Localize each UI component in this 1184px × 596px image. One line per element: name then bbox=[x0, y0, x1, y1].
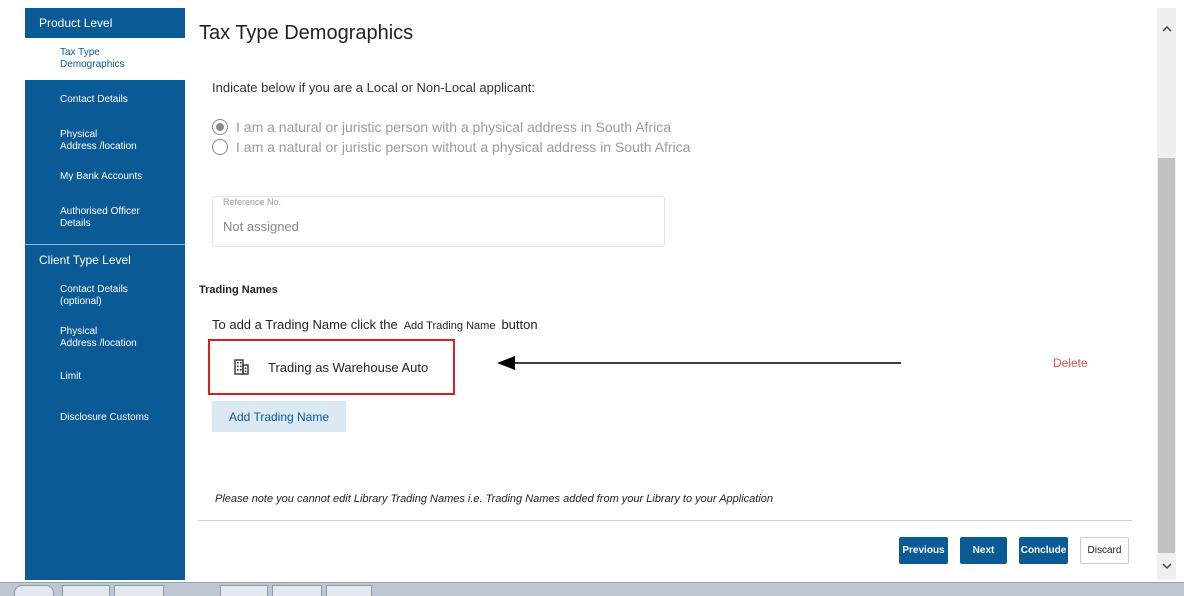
sidebar-item-label: Disclosure Customs bbox=[60, 412, 149, 423]
sidebar-item-label: Physical bbox=[60, 129, 98, 140]
radio-with-physical-address[interactable]: I am a natural or juristic person with a… bbox=[212, 119, 671, 135]
sidebar-item-client-contact-details[interactable]: Contact Details (optional) bbox=[25, 275, 185, 317]
instruction-button-name: Add Trading Name bbox=[403, 320, 496, 332]
taskbar-item[interactable] bbox=[326, 585, 372, 596]
reference-number-label: Reference No. bbox=[223, 197, 282, 207]
left-gutter bbox=[0, 0, 25, 582]
radio-without-physical-address[interactable]: I am a natural or juristic person withou… bbox=[212, 139, 690, 155]
trading-names-instruction: To add a Trading Name click the Add Trad… bbox=[212, 317, 538, 332]
next-button[interactable]: Next bbox=[960, 537, 1007, 564]
radio-button-unchecked[interactable] bbox=[212, 139, 228, 155]
sidebar-item-tax-type-demographics[interactable]: Tax Type Demographics bbox=[25, 38, 185, 80]
sidebar-item-label: Tax Type bbox=[60, 47, 100, 58]
sidebar-item-label: Contact Details bbox=[60, 94, 128, 105]
sidebar-item-label: Physical bbox=[60, 326, 98, 337]
discard-button[interactable]: Discard bbox=[1080, 537, 1129, 564]
library-note: Please note you cannot edit Library Trad… bbox=[215, 493, 774, 505]
sidebar-item-label: Address /location bbox=[60, 141, 137, 152]
sidebar-item-client-physical-address[interactable]: Physical Address /location bbox=[25, 317, 185, 359]
scrollbar-thumb[interactable] bbox=[1158, 158, 1175, 553]
sidebar-item-label: My Bank Accounts bbox=[60, 171, 143, 182]
instruction-text: To add a Trading Name click the bbox=[212, 317, 398, 332]
sidebar-item-contact-details[interactable]: Contact Details bbox=[25, 80, 185, 120]
sidebar-item-label: Contact Details bbox=[60, 284, 128, 295]
sidebar-item-my-bank-accounts[interactable]: My Bank Accounts bbox=[25, 162, 185, 192]
add-trading-name-button[interactable]: Add Trading Name bbox=[212, 401, 346, 432]
page-title: Tax Type Demographics bbox=[199, 22, 414, 44]
page: Product Level Tax Type Demographics Conta… bbox=[0, 0, 1184, 596]
reference-number-value: Not assigned bbox=[223, 219, 299, 234]
chevron-down-icon[interactable] bbox=[1157, 553, 1176, 580]
sidebar-item-physical-address[interactable]: Physical Address /location bbox=[25, 120, 185, 162]
sidebar: Product Level Tax Type Demographics Conta… bbox=[25, 8, 185, 580]
sidebar-section-product-level: Product Level bbox=[39, 16, 113, 30]
taskbar-item[interactable] bbox=[62, 585, 110, 596]
chevron-up-icon[interactable] bbox=[1157, 8, 1176, 48]
arrow-left-icon bbox=[497, 356, 901, 370]
taskbar bbox=[0, 582, 1184, 596]
building-icon bbox=[234, 359, 249, 375]
previous-button[interactable]: Previous bbox=[899, 537, 948, 564]
divider bbox=[198, 520, 1132, 521]
sidebar-item-label: Details bbox=[60, 218, 91, 229]
sidebar-section-client-type-level: Client Type Level bbox=[39, 253, 131, 267]
taskbar-start-button[interactable] bbox=[14, 585, 54, 596]
taskbar-item[interactable] bbox=[272, 585, 322, 596]
radio-label: I am a natural or juristic person withou… bbox=[236, 139, 691, 155]
sidebar-item-label: Address /location bbox=[60, 338, 137, 349]
radio-label: I am a natural or juristic person with a… bbox=[236, 119, 671, 135]
sidebar-item-disclosure-customs[interactable]: Disclosure Customs bbox=[25, 395, 185, 441]
sidebar-item-label: (optional) bbox=[60, 296, 102, 307]
sidebar-item-label: Limit bbox=[60, 371, 82, 382]
sidebar-item-label: Authorised Officer bbox=[60, 206, 140, 217]
taskbar-item[interactable] bbox=[220, 585, 268, 596]
trading-name-entry[interactable]: Trading as Warehouse Auto bbox=[208, 339, 455, 395]
radio-button-checked[interactable] bbox=[212, 119, 228, 135]
delete-trading-name-link[interactable]: Delete bbox=[1053, 356, 1088, 370]
reference-number-field[interactable]: Reference No. Not assigned bbox=[212, 196, 665, 247]
sidebar-item-authorised-officer[interactable]: Authorised Officer Details bbox=[25, 192, 185, 244]
sidebar-item-label: Demographics bbox=[60, 59, 125, 70]
local-applicant-prompt: Indicate below if you are a Local or Non… bbox=[212, 80, 536, 95]
vertical-scrollbar[interactable] bbox=[1157, 8, 1176, 580]
taskbar-item[interactable] bbox=[114, 585, 164, 596]
trading-names-heading: Trading Names bbox=[199, 284, 278, 296]
instruction-text-end: button bbox=[501, 317, 538, 332]
sidebar-item-limit[interactable]: Limit bbox=[25, 359, 185, 395]
trading-name-label: Trading as Warehouse Auto bbox=[268, 359, 429, 375]
conclude-button[interactable]: Conclude bbox=[1019, 537, 1068, 564]
main-content: Tax Type Demographics Indicate below if … bbox=[185, 8, 1145, 580]
